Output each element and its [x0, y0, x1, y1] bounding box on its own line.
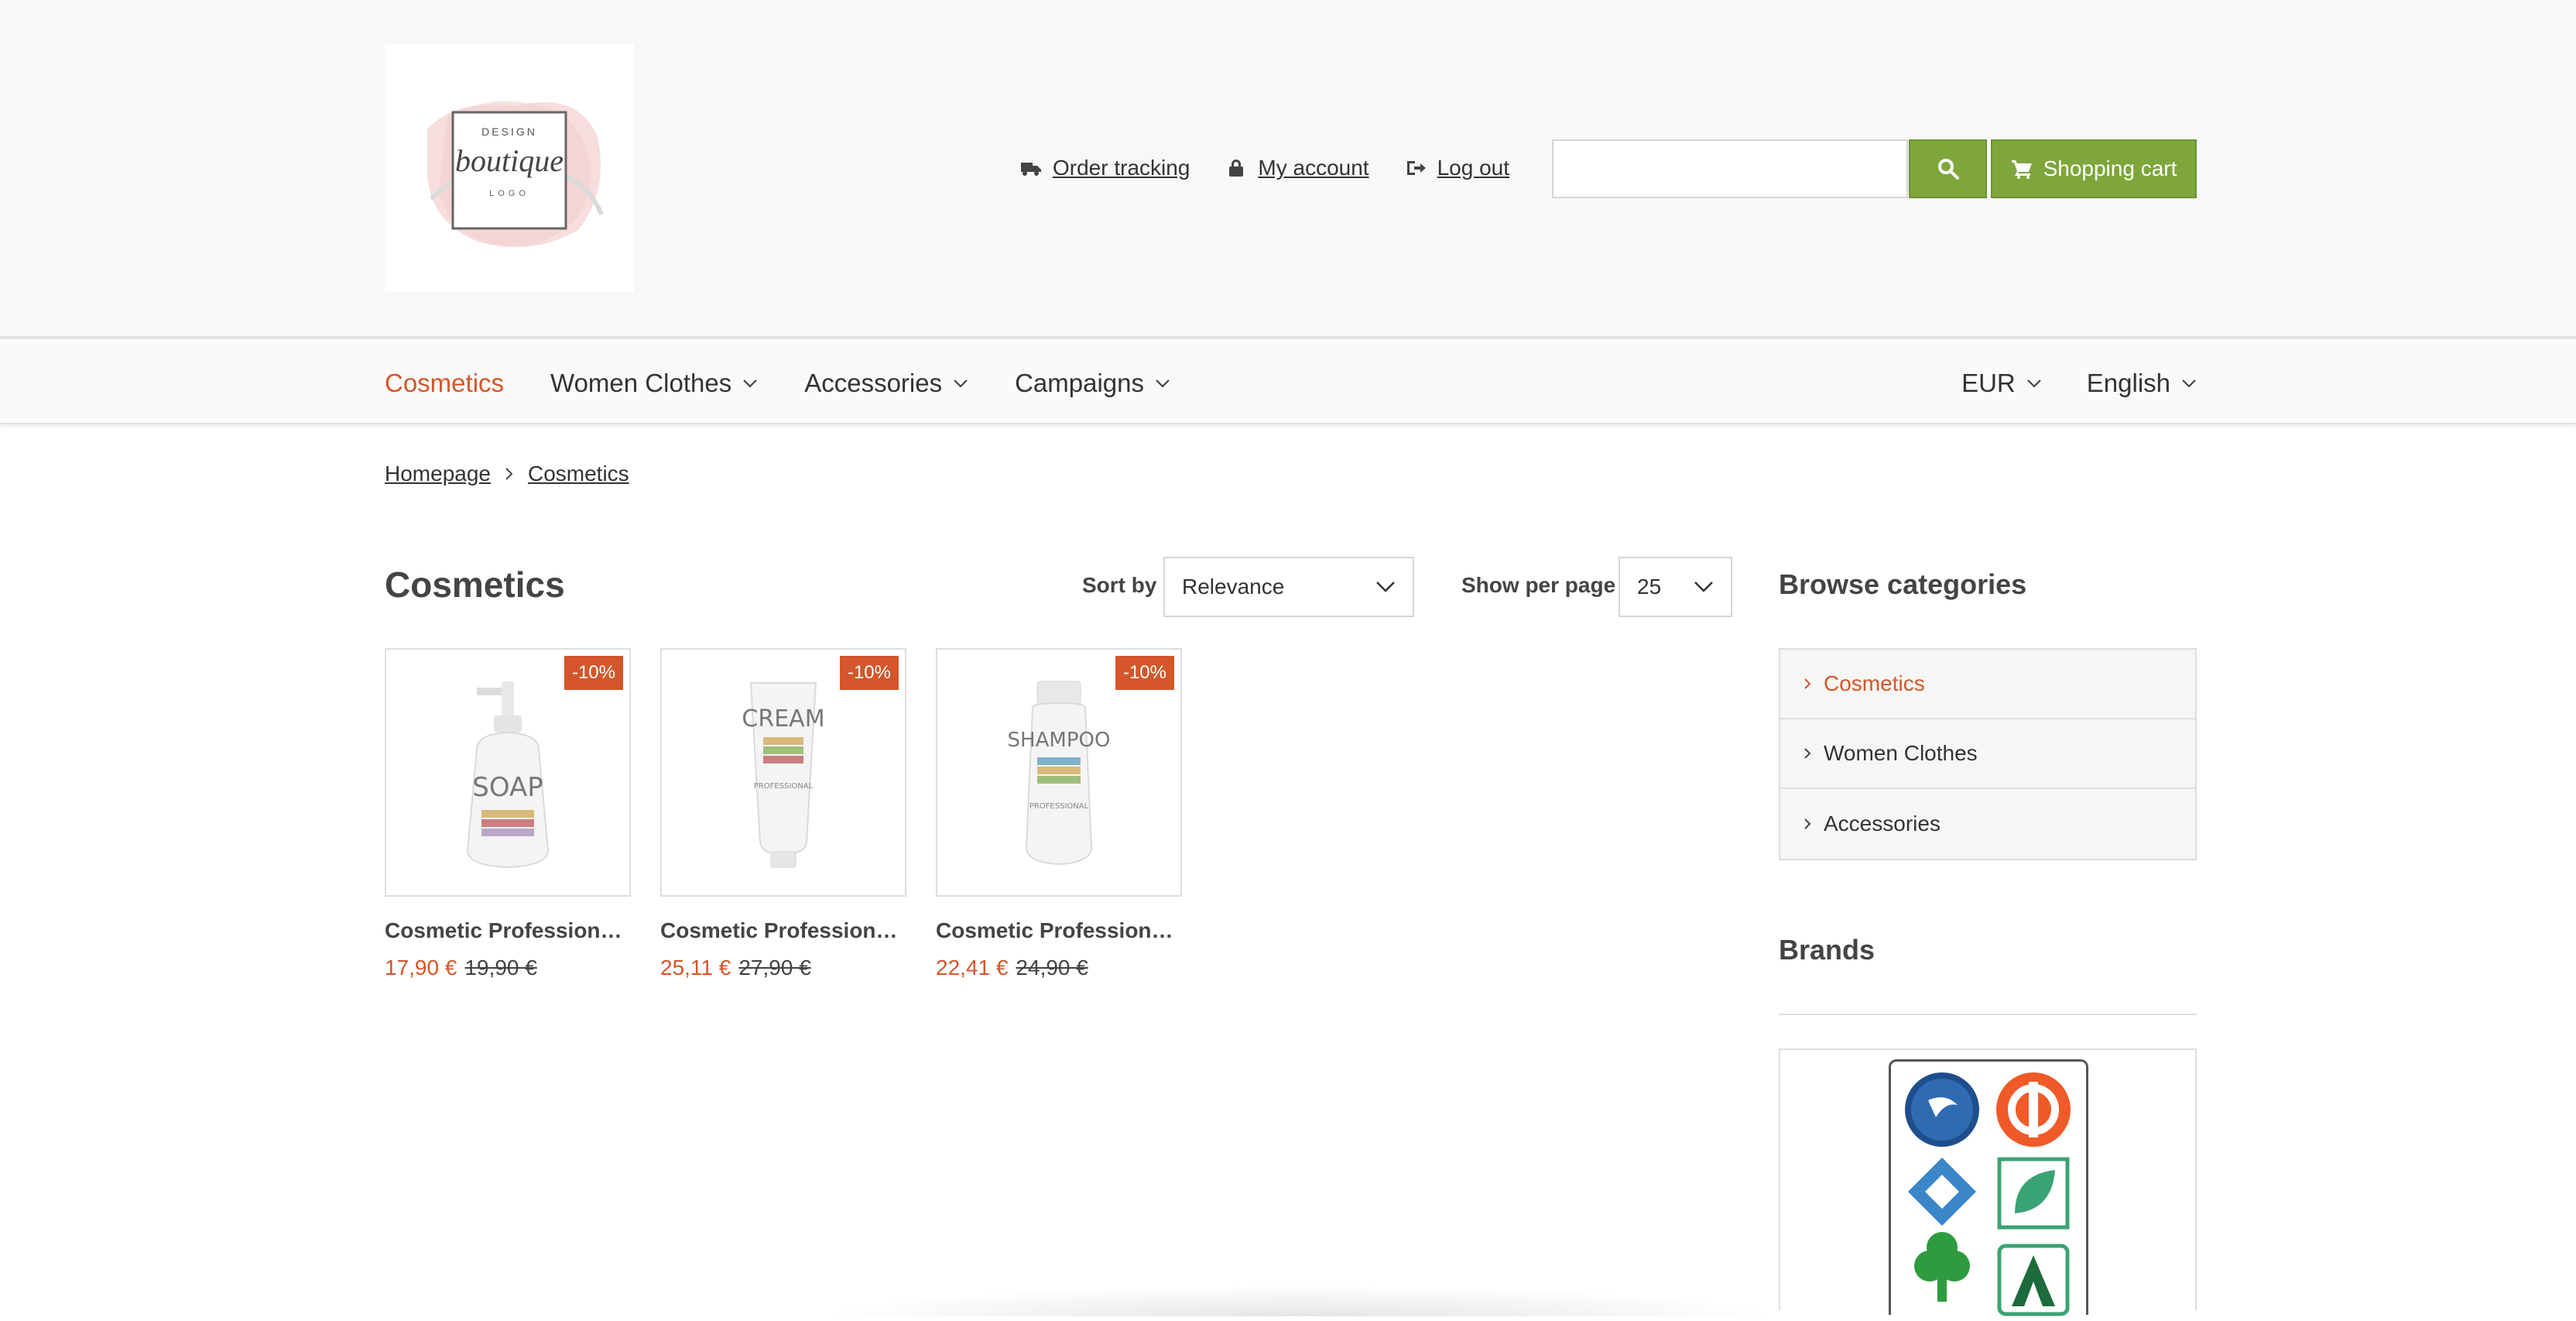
currency-label: EUR: [1961, 369, 2016, 397]
nav-item-label: Cosmetics: [385, 369, 505, 397]
svg-text:LOGO: LOGO: [489, 189, 529, 198]
chevron-down-icon: [1694, 582, 1713, 592]
cream-tube-image: CREAM PROFESSIONAL: [742, 681, 825, 867]
sort-label: Sort by: [1082, 573, 1157, 597]
svg-text:boutique: boutique: [455, 143, 564, 178]
browse-categories-title: Browse categories: [1779, 568, 2027, 600]
perpage-label: Show per page: [1461, 573, 1616, 597]
bank-logos-image[interactable]: [1889, 1059, 2088, 1316]
language-label: English: [2086, 369, 2170, 397]
shampoo-bottle-image: SHAMPOO PROFESSIONAL: [1008, 681, 1111, 865]
category-label: Cosmetics: [1824, 671, 1925, 695]
shopping-cart-label: Shopping cart: [2043, 156, 2177, 180]
product-card: SOAP -10% Cosmetic Professional Soap 17,…: [385, 648, 631, 980]
search-button[interactable]: [1909, 139, 1987, 198]
price-current: 17,90 €: [385, 956, 457, 980]
lock-icon: [1229, 160, 1244, 177]
breadcrumb-homepage[interactable]: Homepage: [385, 461, 491, 486]
chevron-down-icon: [743, 379, 757, 388]
chevron-right-icon: [1804, 748, 1811, 759]
nav-item-women-clothes[interactable]: Women Clothes: [550, 369, 758, 398]
category-item-women-clothes[interactable]: Women Clothes: [1780, 719, 2195, 789]
product-card: CREAM PROFESSIONAL -10% Cosmetic Profess…: [660, 648, 906, 980]
logout-label: Log out: [1437, 156, 1509, 180]
category-item-cosmetics[interactable]: Cosmetics: [1780, 650, 2195, 719]
shopping-cart-button[interactable]: Shopping cart: [1991, 139, 2197, 198]
nav-item-label: Women Clothes: [550, 369, 732, 397]
soap-bottle-image: SOAP: [466, 681, 550, 868]
brands-title: Brands: [1779, 934, 1875, 966]
bottom-shadow: [820, 1285, 1780, 1316]
product-image-link[interactable]: CREAM PROFESSIONAL -10%: [660, 648, 906, 897]
chevron-right-icon: [505, 468, 513, 480]
category-item-accessories[interactable]: Accessories: [1780, 789, 2195, 859]
price-current: 22,41 €: [936, 956, 1009, 980]
product-name-link[interactable]: Cosmetic Professional Shampoo: [936, 918, 1182, 943]
price-original: 27,90 €: [738, 956, 811, 980]
my-account-label: My account: [1258, 156, 1369, 180]
category-label: Accessories: [1824, 811, 1941, 835]
sort-value: Relevance: [1182, 575, 1285, 599]
price-current: 25,11 €: [660, 956, 731, 980]
nav-item-label: Accessories: [804, 369, 943, 397]
logo-image: DESIGN boutique LOGO: [385, 44, 634, 292]
breadcrumb: Homepage Cosmetics: [385, 461, 629, 486]
chevron-down-icon: [2026, 379, 2041, 388]
utility-links: Order tracking My account Log out: [1020, 152, 1509, 184]
perpage-value: 25: [1637, 575, 1662, 599]
chevron-down-icon: [1376, 582, 1395, 592]
brands-panel: [1779, 1048, 2197, 1316]
chevron-down-icon: [2182, 379, 2196, 388]
store-logo[interactable]: DESIGN boutique LOGO: [385, 44, 634, 292]
nav-item-accessories[interactable]: Accessories: [804, 369, 968, 398]
product-price: 25,11 € 27,90 €: [660, 956, 906, 980]
svg-text:SHAMPOO: SHAMPOO: [1008, 729, 1111, 752]
order-tracking-label: Order tracking: [1053, 156, 1190, 180]
discount-badge: -10%: [564, 656, 623, 690]
my-account-link[interactable]: My account: [1225, 156, 1369, 180]
discount-badge: -10%: [839, 656, 899, 690]
truck-icon: [1021, 163, 1041, 176]
perpage-select[interactable]: 25: [1619, 557, 1732, 617]
cart-icon: [2011, 160, 2032, 179]
main-nav: Cosmetics Women Clothes Accessories Camp…: [0, 342, 2576, 424]
top-header: DESIGN boutique LOGO Order tracking My a…: [0, 0, 2576, 339]
product-name-link[interactable]: Cosmetic Professional Soap: [385, 918, 631, 943]
bank-logos-graphic: [1905, 1072, 2071, 1316]
price-original: 24,90 €: [1016, 956, 1088, 980]
product-card: SHAMPOO PROFESSIONAL -10% Cosmetic Profe…: [936, 648, 1182, 980]
currency-selector[interactable]: EUR: [1961, 369, 2042, 398]
chevron-down-icon: [1156, 379, 1170, 388]
product-image-link[interactable]: SOAP -10%: [385, 648, 631, 897]
discount-badge: -10%: [1115, 656, 1174, 690]
chevron-down-icon: [954, 379, 968, 388]
product-name-link[interactable]: Cosmetic Professional Cream: [660, 918, 906, 943]
nav-item-label: Campaigns: [1015, 369, 1145, 397]
product-image-link[interactable]: SHAMPOO PROFESSIONAL -10%: [936, 648, 1182, 897]
search-input[interactable]: [1552, 139, 1908, 198]
svg-text:PROFESSIONAL: PROFESSIONAL: [1029, 802, 1089, 811]
search-icon: [1937, 159, 1959, 180]
svg-text:DESIGN: DESIGN: [481, 125, 537, 138]
product-price: 22,41 € 24,90 €: [936, 956, 1182, 980]
language-selector[interactable]: English: [2087, 369, 2197, 398]
price-original: 19,90 €: [464, 956, 537, 980]
logout-link[interactable]: Log out: [1405, 156, 1509, 180]
page-title: Cosmetics: [385, 564, 565, 605]
chevron-right-icon: [1804, 818, 1811, 829]
sort-select[interactable]: Relevance: [1163, 557, 1414, 617]
breadcrumb-cosmetics[interactable]: Cosmetics: [528, 461, 629, 486]
svg-text:SOAP: SOAP: [472, 772, 543, 803]
category-list: Cosmetics Women Clothes Accessories: [1779, 648, 2197, 860]
logout-icon: [1406, 161, 1426, 175]
order-tracking-link[interactable]: Order tracking: [1020, 156, 1190, 180]
product-price: 17,90 € 19,90 €: [385, 956, 631, 980]
svg-text:CREAM: CREAM: [742, 705, 824, 733]
chevron-right-icon: [1804, 678, 1811, 689]
category-label: Women Clothes: [1824, 741, 1978, 765]
nav-item-campaigns[interactable]: Campaigns: [1015, 369, 1170, 398]
nav-item-cosmetics[interactable]: Cosmetics: [385, 369, 504, 398]
brands-divider: [1779, 1014, 2197, 1015]
svg-text:PROFESSIONAL: PROFESSIONAL: [754, 782, 814, 791]
